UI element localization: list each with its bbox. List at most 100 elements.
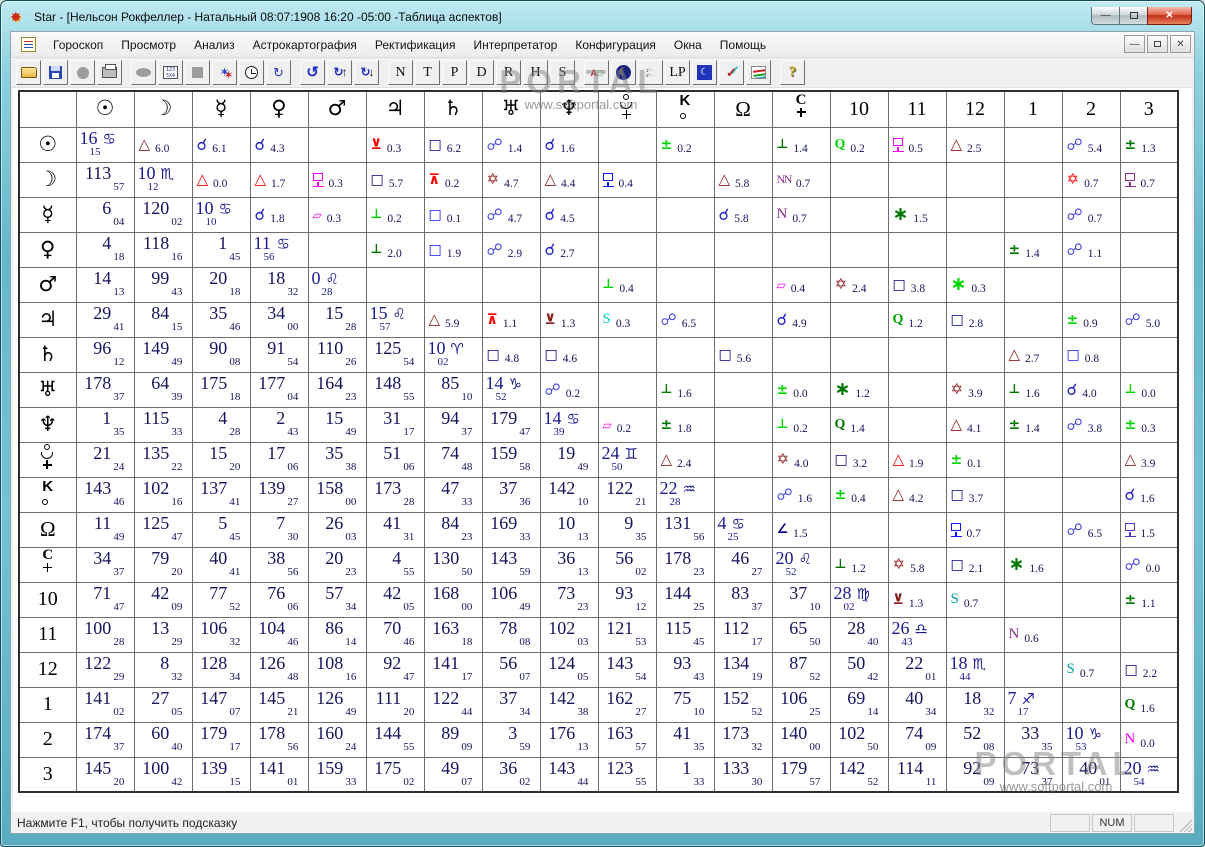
conjunction-0-icon: ☌ [196,134,208,154]
distance-lilith-venus: 38 56 [249,546,309,583]
natal-button[interactable]: N [388,60,413,85]
column-header-house-11: 11 [887,90,947,128]
lp-button[interactable]: LP [665,60,690,85]
distance-lilith-uranus: 143 59 [481,546,541,583]
square-90-icon: □ [370,171,384,188]
orbs-button[interactable]: 1°··· 2°··· [638,60,663,85]
mdi-minimize-button[interactable]: — [1124,35,1145,53]
document-icon[interactable] [21,37,36,52]
undo-rotate-button[interactable]: ↺ [300,60,325,85]
open-button[interactable] [16,60,41,85]
column-header-moon: ☽ [133,90,193,128]
mdi-restore-button[interactable] [1147,35,1168,53]
restore-button[interactable] [1120,7,1147,25]
table-row-north-node: Ω 11 49 125 47 5 45 7 30 26 03 41 31 84 23 169 33 10 13 9 35… [18,511,1179,548]
aspect-venus-uranus: ☍ 2.9 [481,231,541,268]
ellipse-button-disabled[interactable] [131,60,156,85]
transit-button[interactable]: T [415,60,440,85]
aspect-saturn-house-12 [945,336,1005,373]
status-pane-1 [1050,813,1090,832]
aspect-uranus-pluto [597,371,657,408]
square-button-disabled[interactable] [185,60,210,85]
sextile-60-icon: ✡ [486,170,500,188]
row-header-neptune: ♆ [18,406,77,443]
aspect-mercury-chiron [655,196,715,233]
synastry-button[interactable]: S [550,60,575,85]
marks-button[interactable]: ✓ [719,60,744,85]
square-90-icon: □ [950,311,964,328]
aspects-config-button[interactable]: A□ [584,60,609,85]
graph-button[interactable] [746,60,771,85]
return-button[interactable]: R [496,60,521,85]
menu-configuration[interactable]: Конфигурация [566,34,665,56]
menu-analysis[interactable]: Анализ [185,34,244,56]
cycle-button[interactable]: ↻ [266,60,291,85]
aspect-north-node-house-3: 1.5 [1119,511,1179,548]
rotate-down-button[interactable]: ↻↓ [354,60,379,85]
horary-button[interactable]: H [523,60,548,85]
aspect-jupiter-uranus: ⊼ 1.1 [481,301,541,338]
progression-button[interactable]: P [442,60,467,85]
conjunction-0-icon: ☌ [718,204,730,224]
distance-house-2-moon: 60 40 [133,721,193,758]
column-header-mars: ♂ [307,90,367,128]
opposition-180-icon: ☍ [1124,309,1141,329]
conjunction-0-icon: ☌ [544,134,556,154]
distance-neptune-mars: 15 49 [307,406,367,443]
square-90-icon: □ [834,451,848,468]
distance-chiron-uranus: 37 36 [481,476,541,513]
object-glyph-north-node: Ω [39,517,56,541]
save-button[interactable] [43,60,68,85]
distance-chiron-pluto: 122 21 [597,476,657,513]
moon-button[interactable]: ☾ [611,60,636,85]
resize-grip[interactable] [1178,817,1192,832]
sextile-60-icon: ✡ [776,450,790,468]
menu-windows[interactable]: Окна [665,34,711,56]
aspect-chiron-house-11: △ 4.2 [887,476,947,513]
table-row-uranus: ♅ 178 37 64 39 175 18 177 04 164 23 148 55 85 10 14 ♑ 52 ☍… [18,371,1179,408]
aspect-neptune-house-10: Q 1.4 [829,406,889,443]
menu-help[interactable]: Помощь [711,34,775,56]
aspect-jupiter-house-10 [829,301,889,338]
menu-view[interactable]: Просмотр [112,34,185,56]
menu-rectification[interactable]: Ректификация [366,34,465,56]
direction-button[interactable]: D [469,60,494,85]
print-button[interactable] [97,60,122,85]
aspect-sun-moon: △ 6.0 [133,126,193,163]
aspect-pluto-house-11: △ 1.9 [887,441,947,478]
distance-saturn-sun: 96 12 [75,336,135,373]
window-title: Star - [Нельсон Рокфеллер - Натальный 08… [34,10,502,24]
object-glyph-chiron: K [41,478,54,506]
record-button-disabled[interactable] [70,60,95,85]
close-button[interactable]: ✕ [1147,7,1192,25]
menu-horoscope[interactable]: Гороскоп [44,34,112,56]
row-header-saturn: ♄ [18,336,77,373]
stars-button[interactable]: ✶ [212,60,237,85]
rotate-up-button[interactable]: ↻↑ [327,60,352,85]
distance-house-11-north-node: 112 17 [713,616,773,653]
aspect-neptune-chiron: ±1.8 [655,406,715,443]
minimize-button[interactable]: — [1091,7,1120,25]
object-glyph-lilith: Ϲ [795,92,808,120]
table-row-house-2: 2 174 37 60 40 179 17 178 56 160 24 144 55 89 09 3 59 176… [18,721,1179,758]
distance-chiron-sun: 143 46 [75,476,135,513]
distance-saturn-mars: 110 26 [307,336,367,373]
moon-calendar-button[interactable]: ☾ [692,60,717,85]
aspect-sun-chiron: ±0.2 [655,126,715,163]
object-glyph-mercury: ☿ [41,201,55,226]
coords-grid-button[interactable]: 123 5X4 [158,60,183,85]
mdi-close-button[interactable]: ✕ [1170,35,1191,53]
distance-neptune-jupiter: 31 17 [365,406,425,443]
title-bar[interactable]: ✸ Star - [Нельсон Рокфеллер - Натальный … [1,4,1204,30]
clock-button[interactable] [239,60,264,85]
menu-interpreter[interactable]: Интерпретатор [464,34,566,56]
distance-house-2-venus: 178 56 [249,721,309,758]
menu-astrocartography[interactable]: Астрокартография [244,34,366,56]
biquintile-144-icon: ± [1008,241,1021,258]
decile-36-icon: ⊥ [1124,382,1137,397]
distance-lilith-mars: 20 23 [307,546,367,583]
row-header-venus: ♀ [18,231,77,268]
help-button[interactable]: ? [780,60,805,85]
distance-uranus-jupiter: 148 55 [365,371,425,408]
position-jupiter: 15 ♌ 57 [365,301,425,338]
